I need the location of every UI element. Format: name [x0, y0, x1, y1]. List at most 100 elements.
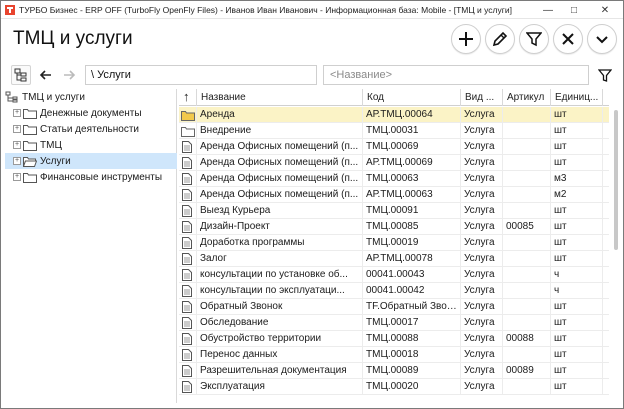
row-icon-cell	[179, 235, 197, 251]
expand-icon[interactable]: +	[13, 109, 21, 117]
table-row[interactable]: Дизайн-Проект ТМЦ.00085 Услуга 00085 шт	[179, 219, 609, 235]
column-header-code[interactable]: Код	[363, 89, 461, 106]
cell-code: ТМЦ.00020	[363, 379, 461, 395]
cell-code: ТМЦ.00089	[363, 363, 461, 379]
cell-name: Обратный Звонок	[197, 299, 363, 315]
clear-button[interactable]	[553, 24, 583, 54]
tree-item-selected[interactable]: + Услуги	[5, 153, 177, 169]
tree-root[interactable]: ТМЦ и услуги	[5, 89, 177, 105]
hierarchy-button[interactable]	[11, 65, 31, 85]
minimize-button[interactable]: —	[535, 1, 561, 19]
cell-code: АР.ТМЦ.00063	[363, 187, 461, 203]
cell-name: Аренда Офисных помещений (п...	[197, 155, 363, 171]
table-row[interactable]: Доработка программы ТМЦ.00019 Услуга шт	[179, 235, 609, 251]
column-header-unit[interactable]: Единиц...	[551, 89, 603, 106]
cell-name: Аренда Офисных помещений (п...	[197, 171, 363, 187]
vertical-scrollbar[interactable]	[611, 107, 621, 403]
row-icon-cell	[179, 347, 197, 363]
cell-unit: шт	[551, 203, 603, 219]
cell-code: ТМЦ.00063	[363, 171, 461, 187]
list-filter-button[interactable]	[595, 66, 615, 86]
cell-code: ТМЦ.00091	[363, 203, 461, 219]
table-row[interactable]: Перенос данных ТМЦ.00018 Услуга шт	[179, 347, 609, 363]
filter-icon	[526, 32, 542, 47]
tree-item-label: Денежные документы	[40, 107, 142, 119]
table-row[interactable]: консультации по установке об... 00041.000…	[179, 267, 609, 283]
tree-item-label: Финансовые инструменты	[40, 171, 163, 183]
cell-article: 00089	[503, 363, 551, 379]
arrow-right-icon	[64, 70, 76, 80]
close-icon	[562, 33, 574, 45]
cell-article	[503, 315, 551, 331]
table-row[interactable]: Разрешительная документация ТМЦ.00089 Услу…	[179, 363, 609, 379]
folder-icon	[23, 108, 37, 119]
table-row[interactable]: Выезд Курьера ТМЦ.00091 Услуга шт	[179, 203, 609, 219]
table-row[interactable]: Эксплуатация ТМЦ.00020 Услуга шт	[179, 379, 609, 395]
path-field[interactable]: \ Услуги	[85, 65, 317, 85]
cell-name: консультации по эксплуатаци...	[197, 283, 363, 299]
cell-code: ТF.Обратный Звон...	[363, 299, 461, 315]
table-row-selected[interactable]: Аренда АР.ТМЦ.00064 Услуга шт	[179, 107, 609, 123]
table-row[interactable]: Внедрение ТМЦ.00031 Услуга шт	[179, 123, 609, 139]
expand-icon[interactable]: +	[13, 173, 21, 181]
document-icon	[182, 189, 192, 201]
table-row[interactable]: Залог АР.ТМЦ.00078 Услуга шт	[179, 251, 609, 267]
cell-name: Разрешительная документация	[197, 363, 363, 379]
cell-unit: шт	[551, 219, 603, 235]
folder-icon	[23, 172, 37, 183]
table-row[interactable]: Аренда Офисных помещений (п... ТМЦ.00069 У…	[179, 139, 609, 155]
cell-kind: Услуга	[461, 219, 503, 235]
expand-icon[interactable]: +	[13, 157, 21, 165]
window-title: ТУРБО Бизнес - ERP OFF (TurboFly OpenFly…	[19, 4, 512, 15]
add-button[interactable]	[451, 24, 481, 54]
column-header-article[interactable]: Артикул	[503, 89, 551, 106]
cell-name: консультации по установке об...	[197, 267, 363, 283]
table-row[interactable]: Обратный Звонок ТF.Обратный Звон... Услуга…	[179, 299, 609, 315]
back-button[interactable]	[36, 65, 56, 85]
cell-article: 00088	[503, 331, 551, 347]
navigation-toolbar: \ Услуги <Название>	[1, 63, 623, 87]
app-window: ТУРБО Бизнес - ERP OFF (TurboFly OpenFly…	[0, 0, 624, 409]
cell-unit: ч	[551, 283, 603, 299]
edit-button[interactable]	[485, 24, 515, 54]
sort-indicator[interactable]: ↑	[179, 89, 197, 106]
filter-button[interactable]	[519, 24, 549, 54]
pencil-icon	[492, 31, 508, 47]
name-search-input[interactable]: <Название>	[323, 65, 589, 85]
cell-unit: шт	[551, 379, 603, 395]
column-header-name[interactable]: Название	[197, 89, 363, 106]
folder-icon	[181, 111, 195, 121]
cell-article	[503, 155, 551, 171]
table-row[interactable]: Обустройство территории ТМЦ.00088 Услуга 00…	[179, 331, 609, 347]
cell-kind: Услуга	[461, 171, 503, 187]
expand-icon[interactable]: +	[13, 125, 21, 133]
more-button[interactable]	[587, 24, 617, 54]
tree-item[interactable]: + ТМЦ	[5, 137, 177, 153]
close-window-button[interactable]: ✕	[587, 1, 623, 19]
tree-item[interactable]: + Финансовые инструменты	[5, 169, 177, 185]
tree-item[interactable]: + Денежные документы	[5, 105, 177, 121]
document-icon	[182, 157, 192, 169]
maximize-button[interactable]: □	[561, 1, 587, 19]
cell-code: ТМЦ.00085	[363, 219, 461, 235]
cell-unit: шт	[551, 331, 603, 347]
cell-article	[503, 187, 551, 203]
cell-article	[503, 171, 551, 187]
table-row[interactable]: Обследование ТМЦ.00017 Услуга шт	[179, 315, 609, 331]
row-icon-cell	[179, 187, 197, 203]
scrollbar-thumb[interactable]	[614, 110, 618, 250]
cell-code: ТМЦ.00088	[363, 331, 461, 347]
table-row[interactable]: Аренда Офисных помещений (п... АР.ТМЦ.000…	[179, 155, 609, 171]
table-row[interactable]: консультации по эксплуатаци... 00041.0004…	[179, 283, 609, 299]
row-icon-cell	[179, 171, 197, 187]
tree-item[interactable]: + Статьи деятельности	[5, 121, 177, 137]
table-row[interactable]: Аренда Офисных помещений (п... ТМЦ.00063 У…	[179, 171, 609, 187]
tree-item-label: Статьи деятельности	[40, 123, 139, 135]
cell-code: АР.ТМЦ.00069	[363, 155, 461, 171]
cell-kind: Услуга	[461, 315, 503, 331]
column-header-kind[interactable]: Вид ...	[461, 89, 503, 106]
forward-button[interactable]	[59, 65, 79, 85]
table-row[interactable]: Аренда Офисных помещений (п... АР.ТМЦ.000…	[179, 187, 609, 203]
expand-icon[interactable]: +	[13, 141, 21, 149]
folder-icon	[23, 140, 37, 151]
